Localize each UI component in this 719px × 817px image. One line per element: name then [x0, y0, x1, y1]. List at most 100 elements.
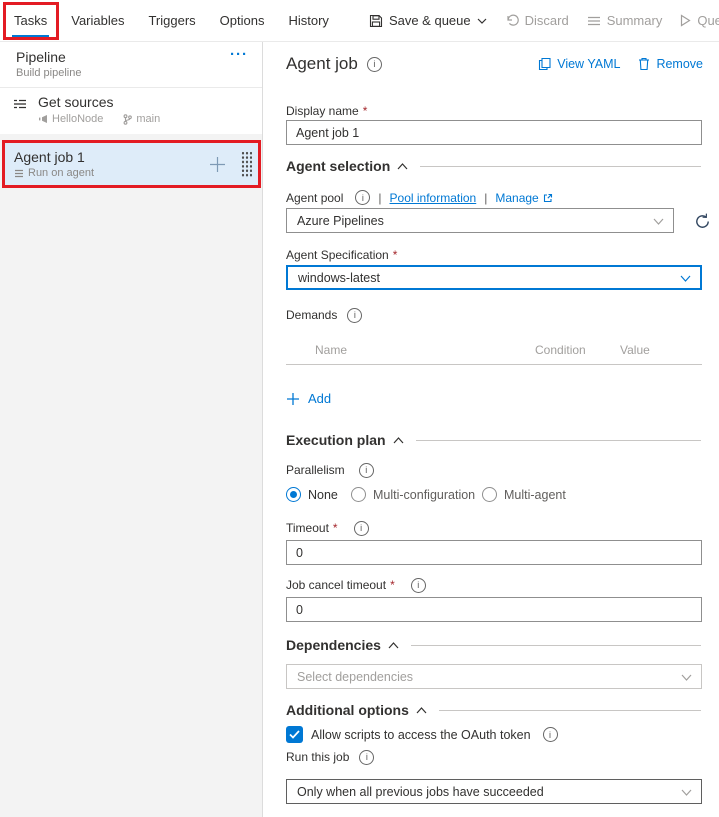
chevron-down-icon	[477, 18, 487, 24]
job-cancel-timeout-label: Job cancel timeout	[286, 578, 386, 593]
agent-specification-dropdown[interactable]: windows-latest	[286, 265, 702, 290]
additional-options-section-header[interactable]: Additional options	[286, 702, 701, 718]
add-demand-button[interactable]: Add	[286, 391, 331, 406]
manage-label: Manage	[495, 191, 538, 205]
remove-button[interactable]: Remove	[638, 57, 703, 71]
oauth-checkbox-row: Allow scripts to access the OAuth token	[286, 726, 558, 743]
section-rule	[439, 710, 701, 711]
chevron-up-icon	[416, 707, 427, 714]
chevron-down-icon	[681, 674, 692, 681]
agent-job-subtitle-row: Run on agent	[14, 167, 94, 179]
sidebar-item-get-sources[interactable]: Get sources HelloNode	[0, 88, 262, 134]
demands-header-rule	[286, 364, 702, 365]
chevron-down-icon	[653, 218, 664, 225]
required-asterisk: *	[390, 578, 395, 593]
view-yaml-button[interactable]: View YAML	[538, 57, 620, 71]
demands-col-name: Name	[315, 343, 347, 357]
pipeline-editor-window: Tasks Variables Triggers Options History…	[0, 0, 719, 817]
branch-name: main	[136, 113, 160, 125]
panel-header: Agent job View YAML	[286, 54, 703, 74]
tab-tasks[interactable]: Tasks	[12, 1, 49, 40]
radio-multi-configuration[interactable]: Multi-configuration	[351, 487, 475, 502]
job-cancel-timeout-info-icon[interactable]	[411, 578, 426, 593]
run-this-job-dropdown[interactable]: Only when all previous jobs have succeed…	[286, 779, 702, 804]
yaml-document-icon	[538, 57, 551, 71]
pipeline-more-button[interactable]: ···	[230, 46, 248, 63]
external-link-icon	[543, 193, 553, 203]
dependencies-dropdown[interactable]: Select dependencies	[286, 664, 702, 689]
section-rule	[420, 166, 701, 167]
run-this-job-label: Run this job	[286, 750, 349, 765]
tab-triggers[interactable]: Triggers	[146, 1, 197, 40]
save-and-queue-label: Save & queue	[389, 13, 471, 28]
refresh-agent-pools-button[interactable]	[688, 207, 716, 235]
queue-button[interactable]: Queue	[680, 13, 719, 28]
job-cancel-timeout-input[interactable]	[286, 597, 702, 622]
play-icon	[680, 14, 691, 27]
summary-button[interactable]: Summary	[587, 13, 663, 28]
dependencies-section-header[interactable]: Dependencies	[286, 637, 701, 653]
list-icon	[587, 15, 601, 27]
get-sources-title: Get sources	[38, 94, 160, 110]
tab-options[interactable]: Options	[218, 1, 267, 40]
demands-info-icon[interactable]	[347, 308, 362, 323]
save-and-queue-button[interactable]: Save & queue	[369, 13, 487, 28]
summary-label: Summary	[607, 13, 663, 28]
job-cancel-timeout-label-row: Job cancel timeout *	[286, 578, 426, 593]
section-rule	[411, 645, 701, 646]
section-rule	[416, 440, 701, 441]
agent-pool-info-icon[interactable]	[355, 190, 370, 205]
dependencies-heading: Dependencies	[286, 637, 381, 653]
pipeline-header: Pipeline Build pipeline ···	[0, 42, 262, 88]
agent-pool-value: Azure Pipelines	[297, 214, 384, 228]
timeout-input[interactable]	[286, 540, 702, 565]
add-task-button[interactable]	[208, 155, 227, 174]
chevron-down-icon	[680, 275, 691, 282]
agent-pool-label: Agent pool	[286, 191, 343, 205]
parallelism-label-row: Parallelism	[286, 463, 374, 478]
chevron-up-icon	[397, 163, 408, 170]
radio-selected-icon	[286, 487, 301, 502]
execution-plan-section-header[interactable]: Execution plan	[286, 432, 701, 448]
oauth-info-icon[interactable]	[543, 727, 558, 742]
discard-button[interactable]: Discard	[505, 13, 569, 28]
radio-unselected-icon	[351, 487, 366, 502]
oauth-label: Allow scripts to access the OAuth token	[311, 728, 531, 742]
agent-spec-value: windows-latest	[298, 271, 380, 285]
agent-selection-section-header[interactable]: Agent selection	[286, 158, 701, 174]
separator: |	[484, 191, 487, 205]
plus-icon	[286, 392, 300, 406]
drag-grip-icon[interactable]	[241, 151, 252, 177]
dependencies-placeholder: Select dependencies	[297, 670, 413, 684]
discard-label: Discard	[525, 13, 569, 28]
radio-none[interactable]: None	[286, 487, 338, 502]
agent-job-title: Agent job 1	[14, 149, 94, 165]
remove-label: Remove	[656, 57, 703, 71]
trash-icon	[638, 57, 650, 71]
radio-multi-agent[interactable]: Multi-agent	[482, 487, 566, 502]
display-name-input[interactable]	[286, 120, 702, 145]
tab-variables[interactable]: Variables	[69, 1, 126, 40]
required-asterisk: *	[333, 521, 338, 536]
agent-pool-label-row: Agent pool | Pool information | Manage	[286, 190, 553, 205]
top-toolbar: Tasks Variables Triggers Options History…	[0, 0, 719, 42]
branch-icon	[123, 114, 132, 125]
run-this-job-info-icon[interactable]	[359, 750, 374, 765]
parallelism-info-icon[interactable]	[359, 463, 374, 478]
oauth-checkbox[interactable]	[286, 726, 303, 743]
save-icon	[369, 14, 383, 28]
sidebar-item-agent-job[interactable]: Agent job 1 Run on agent	[2, 140, 261, 188]
chevron-down-icon	[681, 789, 692, 796]
timeout-info-icon[interactable]	[354, 521, 369, 536]
view-yaml-label: View YAML	[557, 57, 620, 71]
agent-pool-dropdown[interactable]: Azure Pipelines	[286, 208, 674, 233]
pipeline-sidebar: Pipeline Build pipeline ··· Get sources	[0, 42, 263, 817]
manage-link[interactable]: Manage	[495, 191, 552, 205]
tab-history[interactable]: History	[286, 1, 330, 40]
parallelism-label: Parallelism	[286, 463, 345, 478]
agent-job-subtitle: Run on agent	[28, 167, 94, 179]
pool-information-link[interactable]: Pool information	[390, 191, 477, 205]
demands-label: Demands	[286, 308, 337, 323]
radio-none-label: None	[308, 488, 338, 502]
agent-job-info-icon[interactable]	[367, 57, 382, 72]
